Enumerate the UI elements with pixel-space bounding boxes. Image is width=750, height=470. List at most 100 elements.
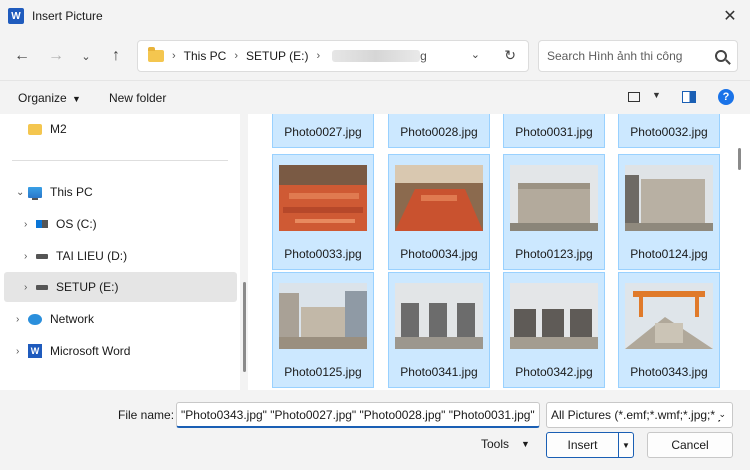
chevron-right-icon[interactable]: ›	[24, 219, 36, 230]
file-item[interactable]: Photo0342.jpg	[503, 272, 605, 388]
file-list-scrollbar[interactable]	[738, 148, 741, 170]
file-item[interactable]: Photo0027.jpg	[272, 114, 374, 148]
sidebar-item-this-pc[interactable]: ⌄ This PC	[4, 177, 237, 207]
file-item[interactable]: Photo0032.jpg	[618, 114, 720, 148]
pc-icon	[28, 186, 42, 200]
insert-button[interactable]: Insert	[547, 433, 619, 457]
sidebar-item-label: Microsoft Word	[50, 344, 131, 358]
photo-thumbnail	[625, 283, 713, 349]
sidebar-item-tai-lieu-d[interactable]: › TAI LIEU (D:)	[4, 241, 237, 271]
tools-button[interactable]: Tools ▼	[481, 437, 530, 451]
address-bar[interactable]: › This PC › SETUP (E:) › g ⌄ ↻	[137, 40, 529, 72]
sidebar-item-label: This PC	[50, 185, 93, 199]
photo-thumbnail	[625, 165, 713, 231]
file-type-filter[interactable]: All Pictures (*.emf;*.wmf;*.jpg;*.j ⌄	[546, 402, 733, 428]
file-item[interactable]: Photo0034.jpg	[388, 154, 490, 270]
refresh-icon[interactable]: ↻	[504, 47, 516, 64]
photo-thumbnail	[279, 165, 367, 231]
title-bar: W Insert Picture ✕	[0, 0, 750, 32]
navigation-pane: M2 ⌄ This PC › OS (C:) › TAI LIEU (D:) ›…	[0, 114, 240, 390]
file-name: Photo0027.jpg	[284, 125, 362, 139]
file-item[interactable]: Photo0124.jpg	[618, 154, 720, 270]
recent-locations-chevron-icon[interactable]: ⌄	[72, 42, 100, 70]
window-title: Insert Picture	[32, 9, 103, 23]
chevron-right-icon: ›	[234, 50, 239, 62]
file-name: Photo0028.jpg	[400, 125, 478, 139]
sidebar-item-label: OS (C:)	[56, 217, 97, 231]
close-icon[interactable]: ✕	[718, 4, 742, 28]
file-name-input[interactable]: "Photo0343.jpg" "Photo0027.jpg" "Photo00…	[176, 402, 540, 428]
file-item[interactable]: Photo0031.jpg	[503, 114, 605, 148]
sidebar-item-microsoft-word[interactable]: › W Microsoft Word	[4, 336, 237, 366]
file-type-filter-value: All Pictures (*.emf;*.wmf;*.jpg;*.j	[551, 408, 722, 422]
file-name: Photo0343.jpg	[630, 365, 708, 379]
word-icon: W	[28, 344, 42, 358]
file-item[interactable]: Photo0033.jpg	[272, 154, 374, 270]
file-item[interactable]: Photo0341.jpg	[388, 272, 490, 388]
sidebar-divider	[12, 160, 228, 161]
view-layout-icon[interactable]	[628, 92, 640, 102]
folder-icon	[28, 123, 42, 135]
drive-icon	[36, 284, 48, 290]
photo-thumbnail	[395, 165, 483, 231]
tools-label: Tools	[481, 437, 510, 451]
search-icon	[715, 50, 727, 62]
caret-down-icon: ▼	[521, 439, 530, 449]
sidebar-item-label: SETUP (E:)	[56, 280, 119, 294]
network-icon	[28, 313, 42, 325]
sidebar-item-setup-e[interactable]: › SETUP (E:)	[4, 272, 237, 302]
file-name: Photo0034.jpg	[400, 247, 478, 261]
back-arrow-icon[interactable]: ←	[8, 42, 36, 70]
chevron-down-icon: ⌄	[715, 409, 726, 420]
sidebar-item-label: Network	[50, 312, 95, 326]
sidebar-item-m2[interactable]: M2	[4, 114, 237, 144]
drive-icon	[36, 253, 48, 259]
chevron-right-icon[interactable]: ›	[16, 346, 28, 357]
insert-split-button[interactable]: Insert ▼	[546, 432, 634, 458]
file-name: Photo0123.jpg	[515, 247, 593, 261]
sidebar-item-label: M2	[50, 122, 67, 136]
file-name: Photo0341.jpg	[400, 365, 478, 379]
breadcrumb-redacted[interactable]	[332, 50, 421, 62]
chevron-right-icon[interactable]: ›	[24, 282, 36, 293]
file-name: Photo0124.jpg	[630, 247, 708, 261]
chevron-right-icon[interactable]: ›	[16, 314, 28, 325]
preview-pane-icon[interactable]	[682, 91, 696, 103]
organize-button[interactable]: Organize ▼	[18, 91, 81, 105]
caret-down-icon: ▼	[72, 93, 81, 104]
file-item[interactable]: Photo0343.jpg	[618, 272, 720, 388]
breadcrumb-this-pc[interactable]: This PC	[184, 49, 227, 63]
os-drive-icon	[36, 220, 48, 228]
file-name: Photo0033.jpg	[284, 247, 362, 261]
cancel-button[interactable]: Cancel	[647, 432, 733, 458]
breadcrumb-suffix: g	[420, 49, 427, 63]
chevron-right-icon: ›	[316, 50, 321, 62]
address-dropdown-icon[interactable]: ⌄	[471, 48, 480, 61]
new-folder-button[interactable]: New folder	[109, 91, 166, 105]
file-name: Photo0032.jpg	[630, 125, 708, 139]
file-item[interactable]: Photo0028.jpg	[388, 114, 490, 148]
search-input[interactable]: Search Hình ảnh thi công	[547, 49, 715, 63]
view-dropdown-icon[interactable]: ▼	[652, 90, 661, 100]
sidebar-item-os-c[interactable]: › OS (C:)	[4, 209, 237, 239]
forward-arrow-icon[interactable]: →	[42, 42, 70, 70]
insert-dropdown-icon[interactable]: ▼	[619, 433, 633, 457]
organize-label: Organize	[18, 90, 67, 105]
breadcrumb-setup-drive[interactable]: SETUP (E:)	[246, 49, 308, 63]
word-app-icon: W	[8, 8, 24, 24]
chevron-right-icon[interactable]: ›	[24, 251, 36, 262]
photo-thumbnail	[279, 283, 367, 349]
sidebar-item-network[interactable]: › Network	[4, 304, 237, 334]
sidebar-scrollbar[interactable]	[243, 282, 246, 372]
help-icon[interactable]: ?	[718, 89, 734, 105]
folder-icon	[148, 47, 164, 62]
file-item[interactable]: Photo0125.jpg	[272, 272, 374, 388]
file-name: Photo0125.jpg	[284, 365, 362, 379]
photo-thumbnail	[395, 283, 483, 349]
up-arrow-icon[interactable]: ↑	[102, 42, 130, 70]
file-list: Photo0027.jpg Photo0028.jpg Photo0031.jp…	[248, 114, 750, 390]
file-item[interactable]: Photo0123.jpg	[503, 154, 605, 270]
file-name: Photo0342.jpg	[515, 365, 593, 379]
chevron-down-icon[interactable]: ⌄	[16, 187, 28, 198]
search-box[interactable]: Search Hình ảnh thi công	[538, 40, 738, 72]
